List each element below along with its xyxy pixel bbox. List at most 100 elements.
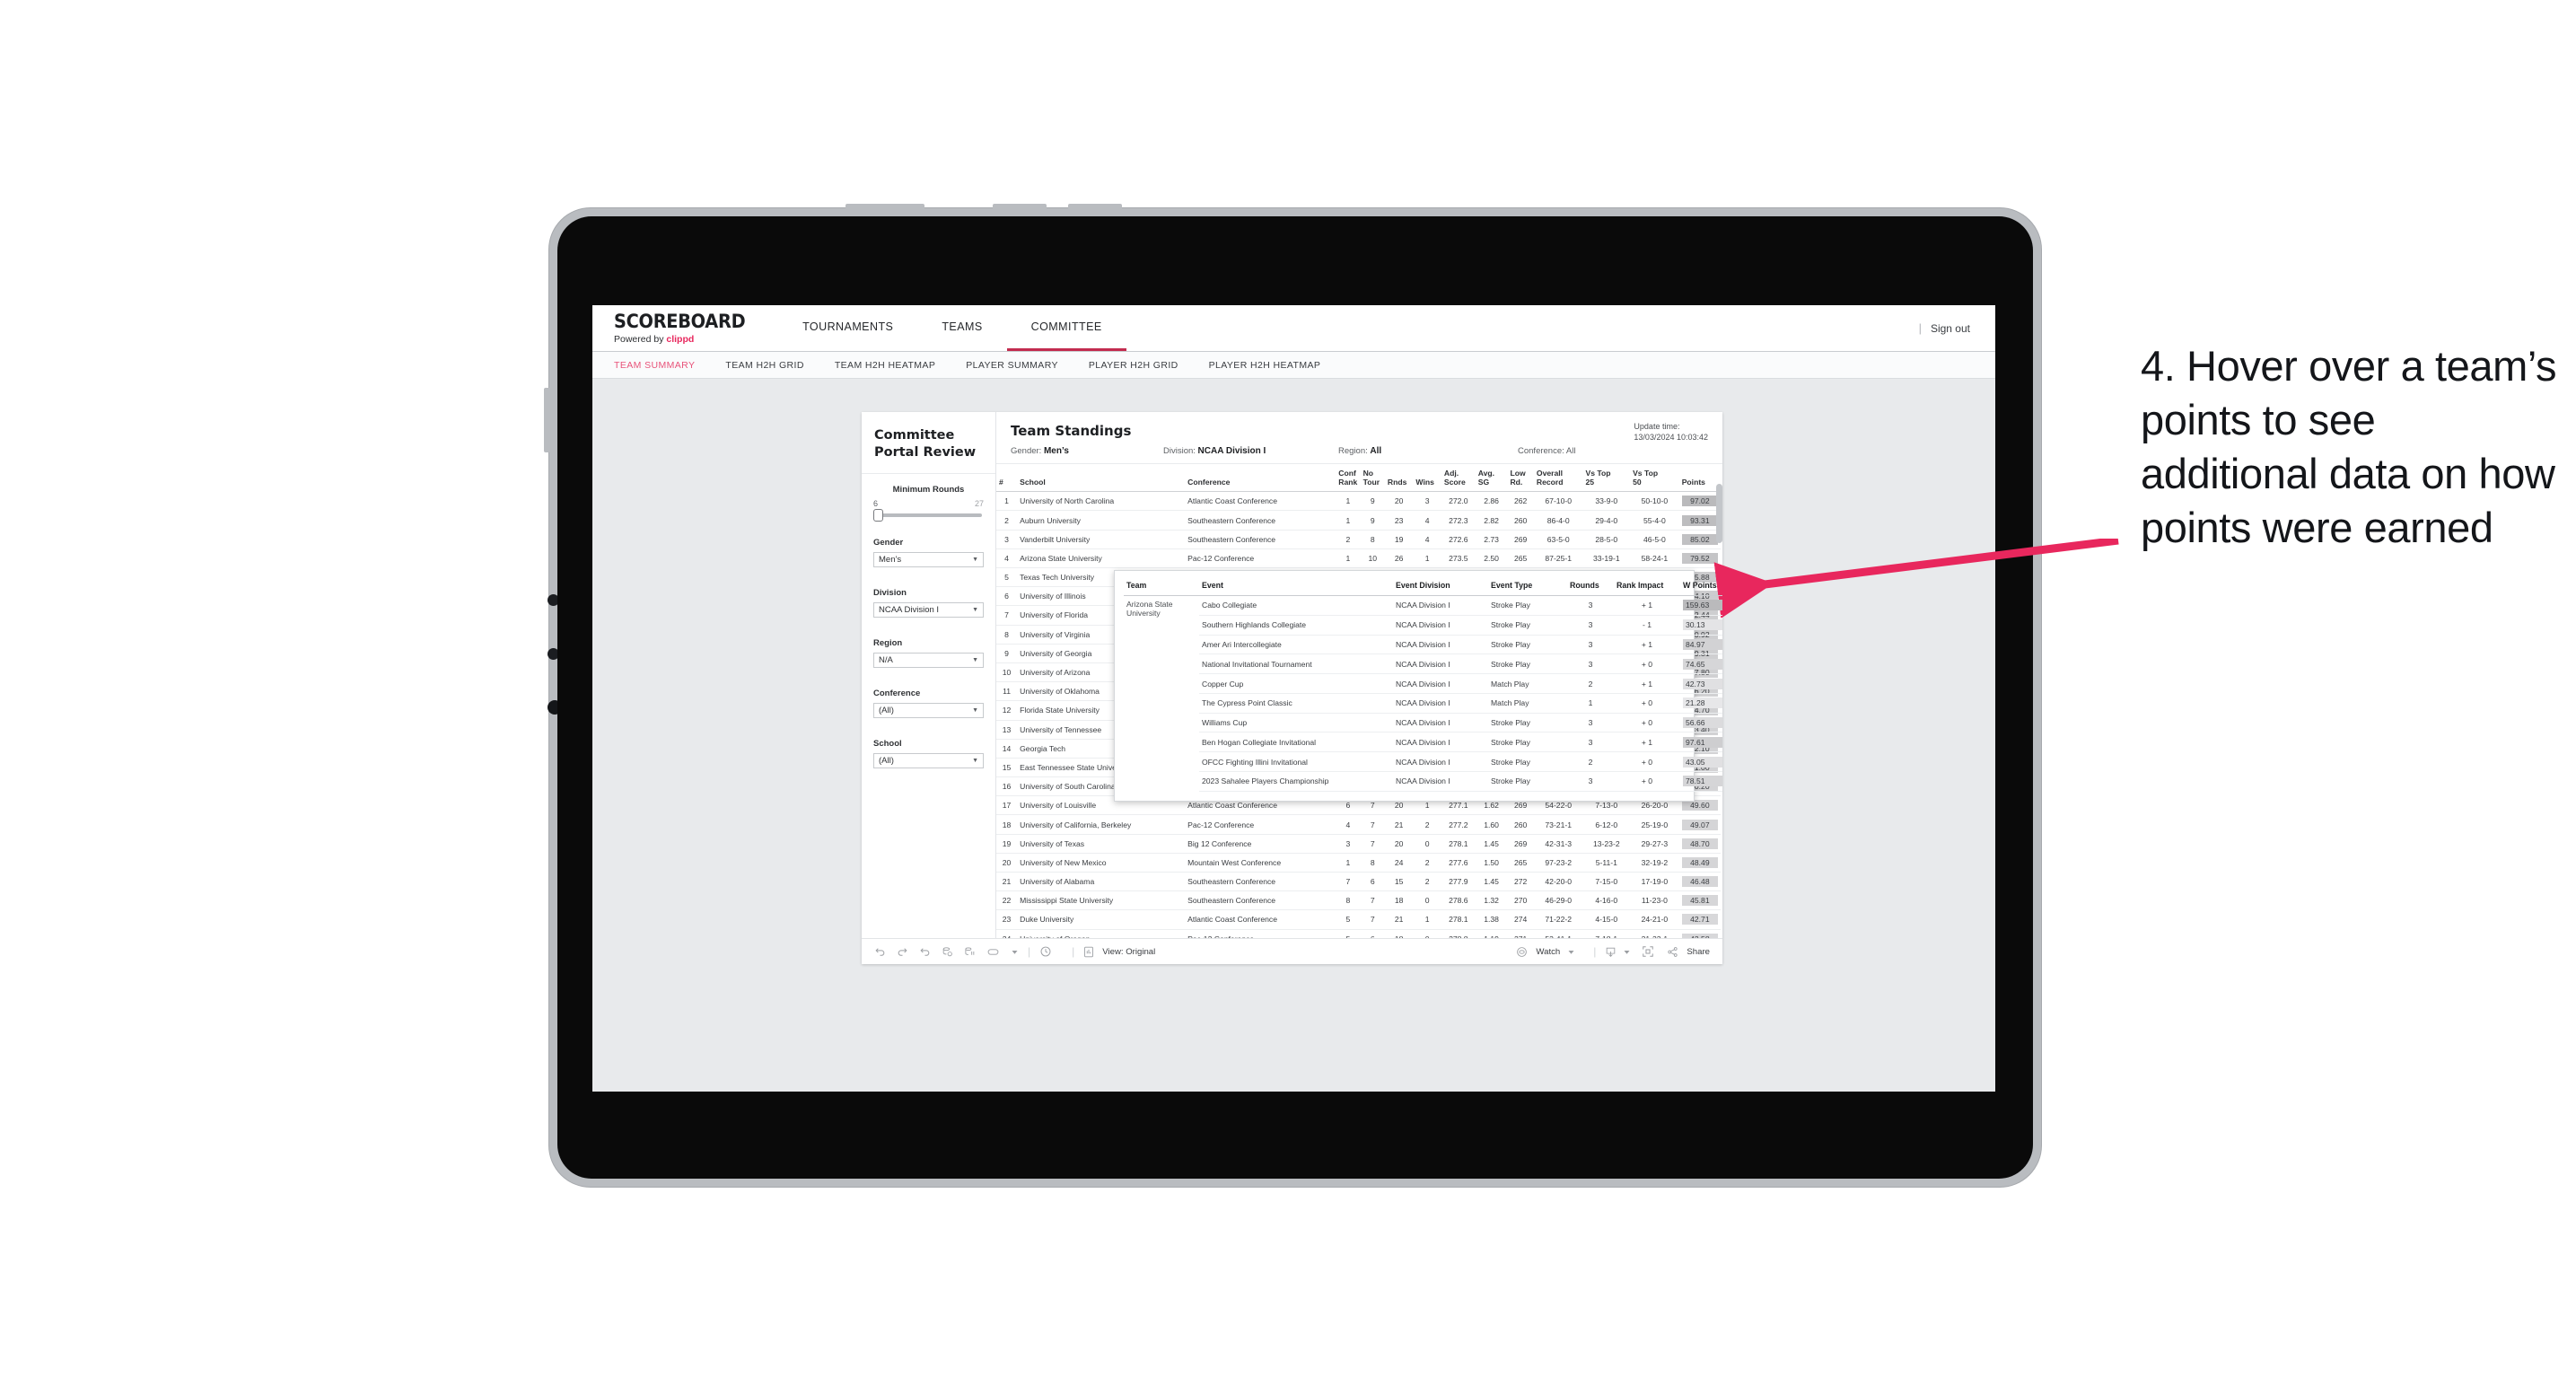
tab-team-h2h-heatmap[interactable]: TEAM H2H HEATMAP — [835, 360, 935, 371]
col-conf-rank[interactable]: Conf Rank — [1336, 464, 1361, 493]
gender-select[interactable]: Men’s ▼ — [873, 552, 984, 568]
cell-rnds: 24 — [1384, 853, 1414, 873]
cell-points[interactable]: 48.70 — [1678, 834, 1721, 854]
table-scrollbar[interactable] — [1716, 484, 1722, 543]
table-row[interactable]: 22 Mississippi State University Southeaste… — [996, 890, 1721, 911]
view-original-label: View: Original — [1102, 946, 1156, 957]
redo-icon[interactable] — [897, 946, 908, 958]
col-avg-sg[interactable]: Avg. SG — [1475, 464, 1508, 493]
table-row[interactable]: 2 Auburn University Southeastern Conferenc… — [996, 510, 1721, 531]
col-vs-top-25[interactable]: Vs Top 25 — [1582, 464, 1631, 493]
tooltip-event-division: NCAA Division I — [1393, 732, 1488, 753]
col-rank[interactable]: # — [996, 464, 1018, 493]
table-row[interactable]: 24University of OregonPac-12 Conference5… — [996, 929, 1721, 938]
table-row[interactable]: 1 University of North Carolina Atlantic Co… — [996, 491, 1721, 512]
school-select[interactable]: (All) ▼ — [873, 753, 984, 769]
cell-rank: 13 — [996, 720, 1018, 740]
cell-avg-sg: 1.38 — [1475, 909, 1508, 930]
division-select[interactable]: NCAA Division I ▼ — [873, 602, 984, 618]
volume-down-button[interactable] — [1068, 204, 1122, 210]
table-row[interactable]: 21 University of Alabama Southeastern Conf… — [996, 872, 1721, 892]
tab-player-h2h-grid[interactable]: PLAYER H2H GRID — [1089, 360, 1178, 371]
tooltip-row: The Cypress Point Classic NCAA Division I… — [1124, 693, 1722, 714]
cell-points[interactable]: 49.07 — [1678, 814, 1721, 835]
nav-item-teams[interactable]: TEAMS — [917, 305, 1006, 351]
cell-adj-score: 277.6 — [1441, 853, 1476, 873]
pause-data-icon[interactable] — [964, 946, 976, 958]
minimum-rounds-slider[interactable] — [873, 509, 982, 522]
cell-rank: 1 — [996, 491, 1018, 512]
col-points[interactable]: Points — [1678, 464, 1721, 493]
cell-overall-record: 42-31-3 — [1533, 834, 1583, 854]
col-wins[interactable]: Wins — [1413, 464, 1441, 493]
sign-out-link[interactable]: Sign out — [1931, 322, 1970, 335]
filter-conference: Conference (All) ▼ — [873, 689, 984, 719]
download-button[interactable] — [1605, 946, 1631, 958]
cell-avg-sg: 1.32 — [1475, 890, 1508, 911]
col-vs-top-50[interactable]: Vs Top 50 — [1630, 464, 1679, 493]
cell-points[interactable]: 45.81 — [1678, 890, 1721, 911]
slider-handle[interactable] — [873, 509, 883, 522]
col-adj-score[interactable]: Adj. Score — [1441, 464, 1476, 493]
cell-points[interactable]: 42.58 — [1678, 929, 1721, 938]
region-select[interactable]: N/A ▼ — [873, 653, 984, 669]
col-rnds[interactable]: Rnds — [1384, 464, 1414, 493]
table-row[interactable]: 18 University of California, Berkeley Pac-… — [996, 814, 1721, 835]
cell-conference: Big 12 Conference — [1185, 834, 1336, 854]
power-button[interactable] — [846, 204, 924, 210]
cell-points[interactable]: 97.02 — [1678, 491, 1721, 512]
cell-points[interactable]: 93.31 — [1678, 510, 1721, 531]
history-icon[interactable] — [1039, 945, 1052, 958]
nav-item-committee[interactable]: COMMITTEE — [1006, 305, 1126, 351]
highlight-icon[interactable] — [986, 946, 1000, 958]
tooltip-header-row: Team Event Event Division Event Type Rou… — [1124, 578, 1722, 596]
tooltip-rank-impact: + 1 — [1614, 673, 1680, 694]
share-button[interactable]: Share — [1667, 946, 1710, 958]
watch-button[interactable]: Watch — [1516, 946, 1575, 958]
cell-conference: Pac-12 Conference — [1185, 929, 1336, 938]
col-overall-record[interactable]: Overall Record — [1533, 464, 1583, 493]
refresh-data-icon[interactable] — [942, 946, 953, 958]
table-row[interactable]: 23 Duke University Atlantic Coast Conferen… — [996, 909, 1721, 930]
tab-team-h2h-grid[interactable]: TEAM H2H GRID — [725, 360, 803, 371]
cell-points[interactable]: 48.49 — [1678, 853, 1721, 873]
table-row[interactable]: 3 Vanderbilt University Southeastern Confe… — [996, 530, 1721, 549]
tab-player-h2h-heatmap[interactable]: PLAYER H2H HEATMAP — [1209, 360, 1321, 371]
filter-minimum-rounds: Minimum Rounds 6 27 — [873, 485, 984, 522]
table-row[interactable]: 19 University of Texas Big 12 Conference 3 7… — [996, 834, 1721, 854]
revert-icon[interactable] — [919, 946, 931, 958]
cell-points[interactable]: 42.71 — [1678, 909, 1721, 930]
col-conference[interactable]: Conference — [1185, 464, 1336, 493]
points-value: 45.81 — [1681, 895, 1718, 907]
volume-up-button[interactable] — [993, 204, 1047, 210]
cell-vs-top-50: 11-23-0 — [1630, 890, 1679, 911]
cell-overall-record: 71-22-2 — [1533, 909, 1583, 930]
standings-header: Team Standings Gender: Men’s Division: N… — [996, 412, 1722, 464]
undo-icon[interactable] — [874, 946, 886, 958]
meta-division: Division: NCAA Division I — [1163, 446, 1338, 456]
points-value: 42.58 — [1681, 933, 1718, 938]
col-low-rd[interactable]: Low Rd. — [1507, 464, 1534, 493]
col-school[interactable]: School — [1017, 464, 1186, 493]
cell-points[interactable]: 46.48 — [1678, 872, 1721, 892]
table-row[interactable]: 4 Arizona State University Pac-12 Conferen… — [996, 548, 1721, 569]
conference-select[interactable]: (All) ▼ — [873, 703, 984, 719]
tab-player-summary[interactable]: PLAYER SUMMARY — [966, 360, 1058, 371]
tooltip-rounds: 3 — [1567, 713, 1614, 733]
chevron-down-icon[interactable] — [1011, 948, 1019, 956]
col-no-tour[interactable]: No Tour — [1360, 464, 1385, 493]
cell-conference: Southeastern Conference — [1185, 890, 1336, 911]
cell-adj-score: 277.2 — [1441, 814, 1476, 835]
brand-logo[interactable]: SCOREBOARD Powered by clippd — [592, 305, 778, 351]
tooltip-row: Southern Highlands Collegiate NCAA Divisi… — [1124, 615, 1722, 636]
tab-team-summary[interactable]: TEAM SUMMARY — [614, 360, 695, 371]
meta-region: Region: All — [1338, 446, 1518, 456]
viz-toolbar: | | View: Original Watch | Share — [862, 938, 1722, 964]
tooltip-rank-impact: - 1 — [1614, 615, 1680, 636]
fullscreen-icon[interactable] — [1642, 945, 1654, 958]
cell-conference: Pac-12 Conference — [1185, 814, 1336, 835]
table-row[interactable]: 20 University of New Mexico Mountain West … — [996, 853, 1721, 873]
nav-item-tournaments[interactable]: TOURNAMENTS — [778, 305, 917, 351]
tooltip-table-body: Arizona State University Cabo Collegiate N… — [1124, 595, 1722, 792]
view-original-button[interactable]: View: Original — [1083, 946, 1155, 958]
